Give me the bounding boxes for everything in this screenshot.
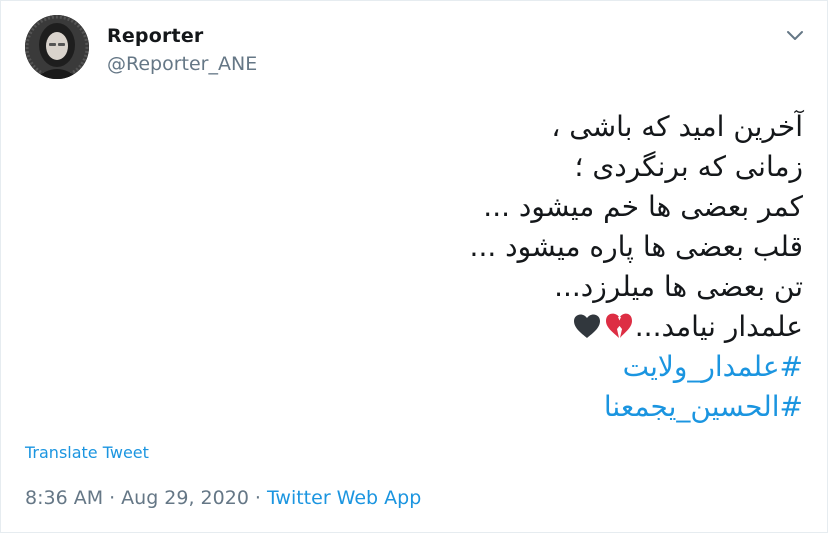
tweet-line: زمانی که برنگردی ؛ [574, 150, 803, 183]
tweet-time[interactable]: 8:36 AM [25, 487, 103, 509]
tweet-line: کمر بعضی ها خم میشود ... [483, 190, 803, 223]
tweet-line-with-emoji: علمدار نیامد... [43, 307, 803, 347]
source-link[interactable]: Twitter Web App [267, 487, 421, 509]
black-heart-icon [572, 311, 602, 339]
hashtag-link[interactable]: #علمدار_ولایت [43, 347, 803, 387]
broken-heart-icon [604, 311, 634, 339]
separator: · [254, 487, 261, 509]
tweet-date[interactable]: Aug 29, 2020 [121, 487, 249, 509]
chevron-down-icon[interactable] [783, 23, 807, 47]
tweet-text: آخرین امید که باشی ، زمانی که برنگردی ؛ … [43, 107, 803, 427]
tweet-line: قلب بعضی ها پاره میشود ... [469, 230, 803, 263]
avatar[interactable] [25, 15, 89, 79]
translate-tweet-link[interactable]: Translate Tweet [25, 443, 149, 462]
tweet-line: علمدار نیامد... [634, 310, 803, 343]
tweet-line: آخرین امید که باشی ، [551, 110, 803, 143]
separator: · [109, 487, 116, 509]
tweet-card: Reporter @Reporter_ANE آخرین امید که باش… [0, 0, 828, 533]
author-name[interactable]: Reporter [107, 25, 203, 47]
tweet-line: تن بعضی ها میلرزد... [554, 270, 803, 303]
author-handle[interactable]: @Reporter_ANE [107, 53, 257, 75]
hashtag-link[interactable]: #الحسین_یجمعنا [43, 387, 803, 427]
tweet-meta: 8:36 AM · Aug 29, 2020 · Twitter Web App [25, 487, 421, 509]
